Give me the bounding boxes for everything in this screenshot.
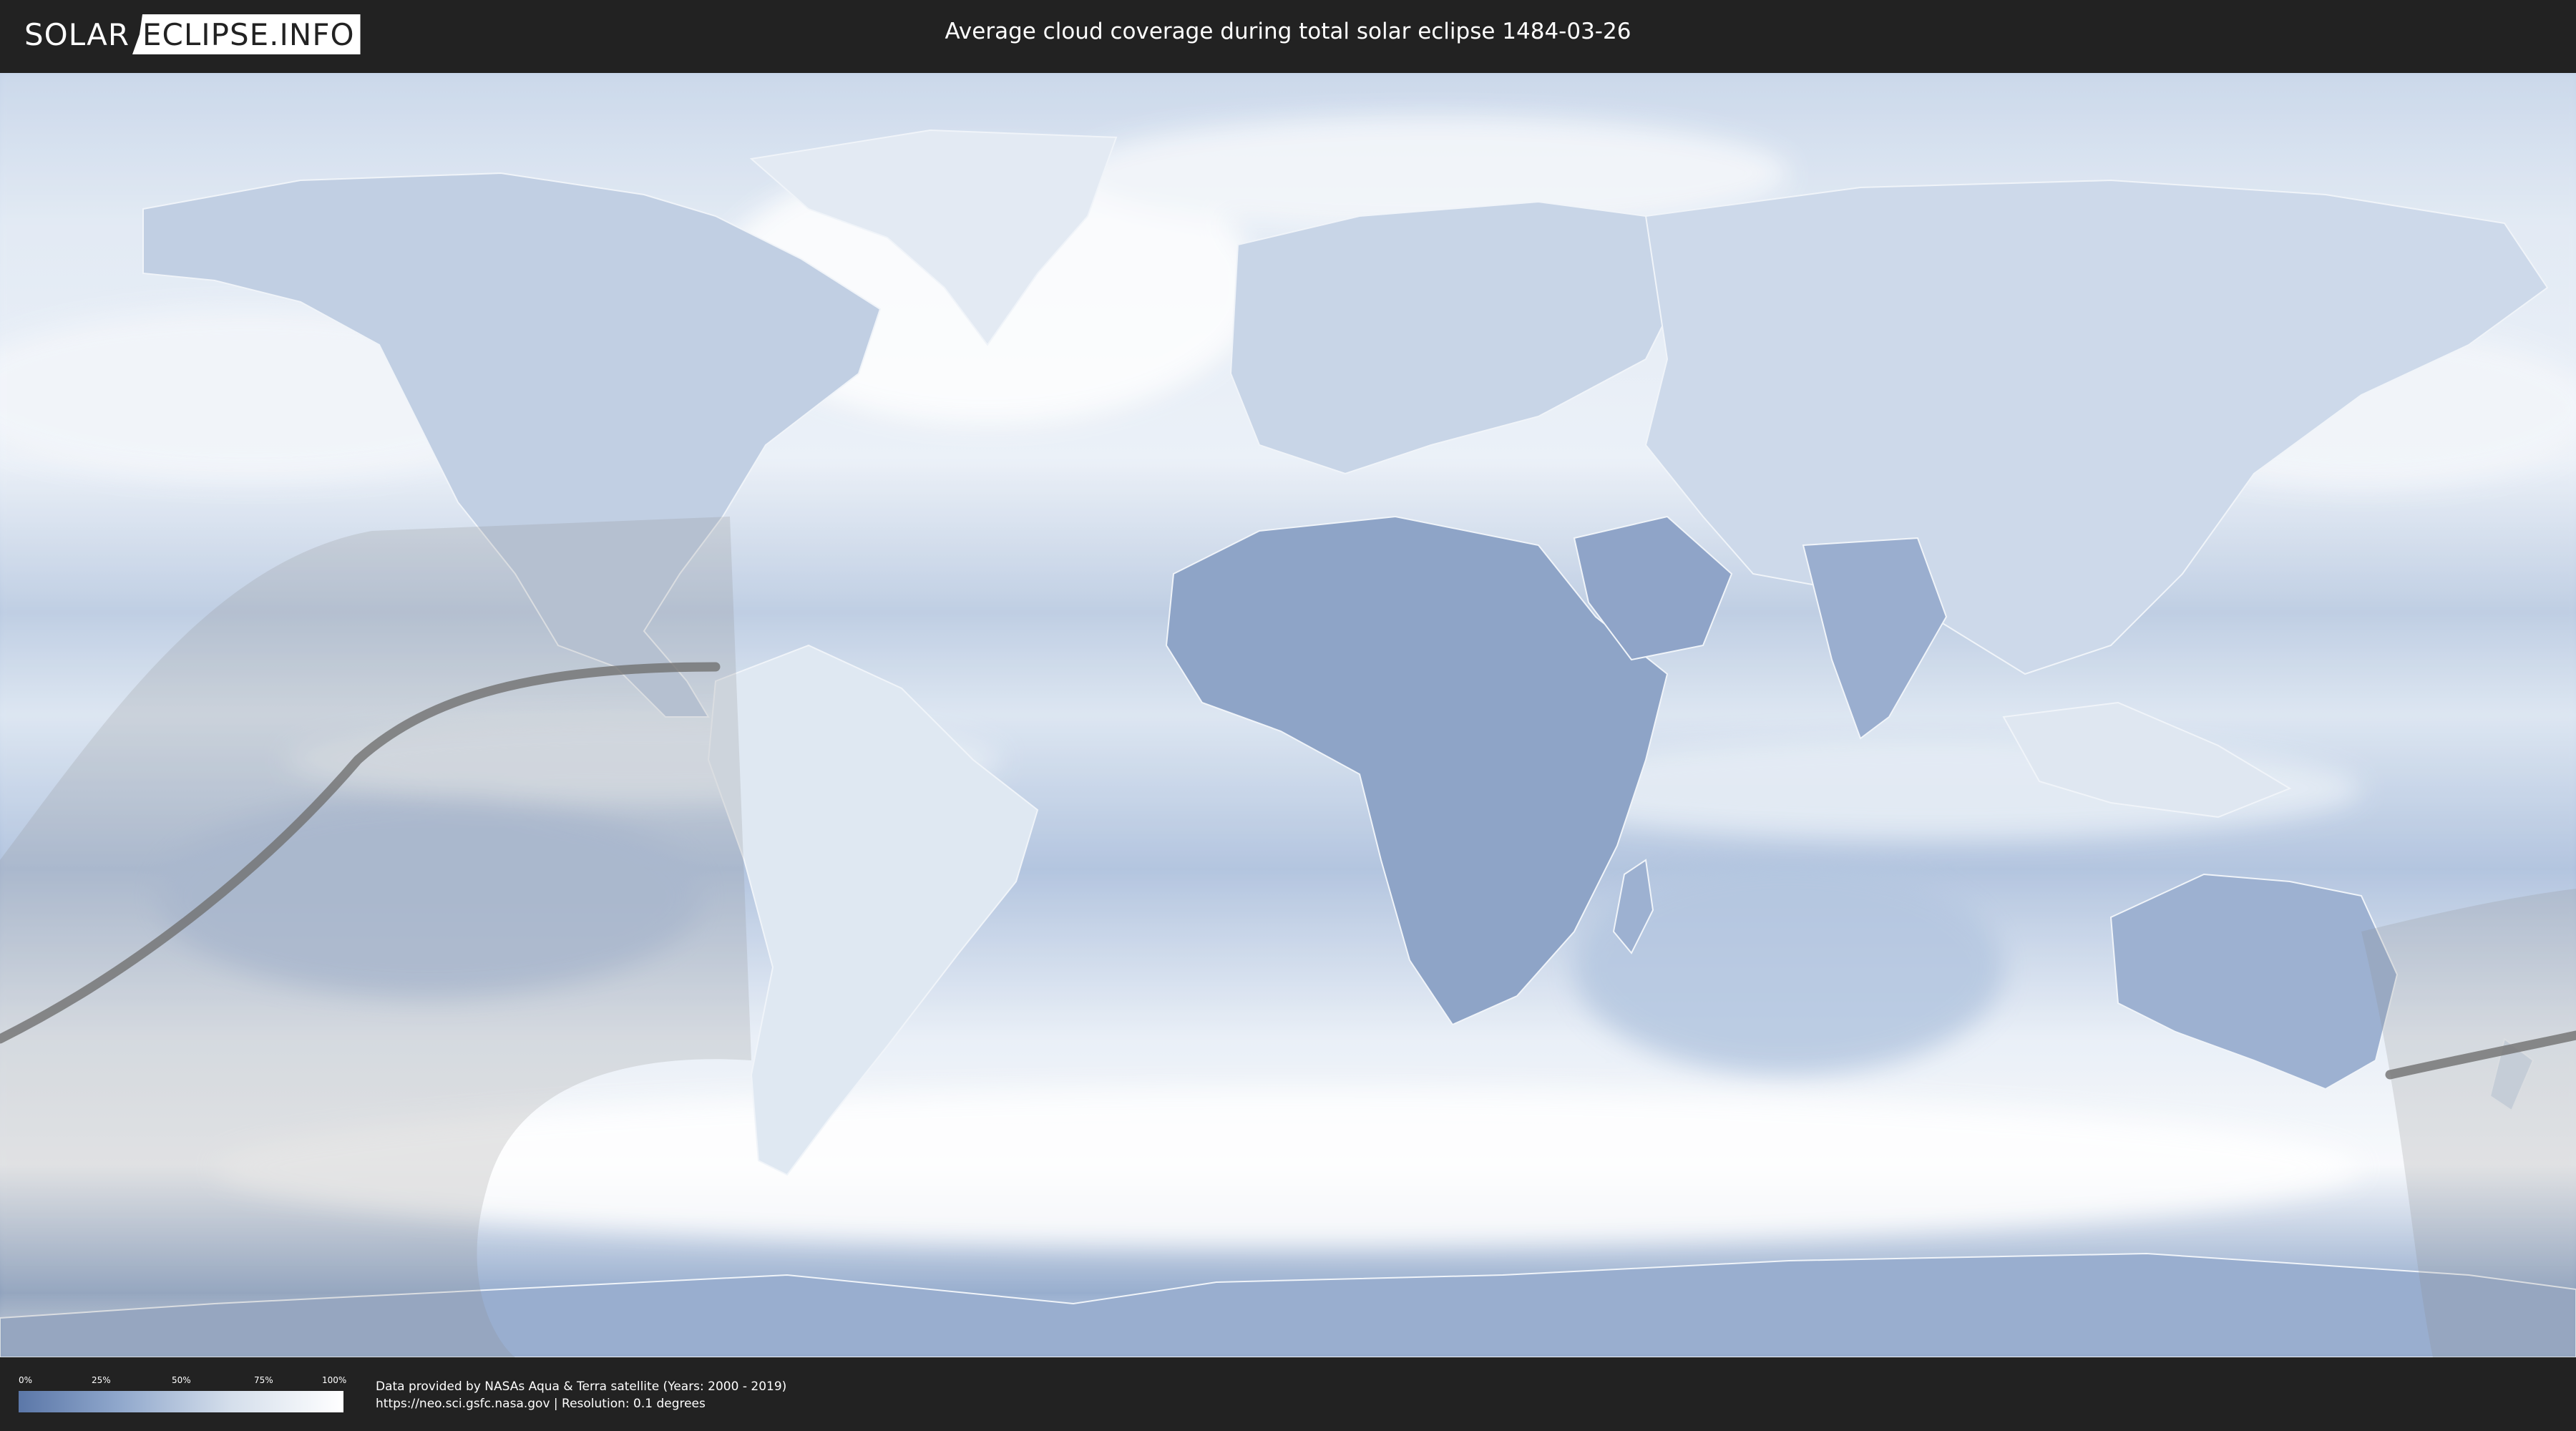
cloud-coverage-map: [0, 73, 2576, 1357]
legend-tick-75: 75%: [254, 1375, 273, 1385]
world-map-svg: [0, 73, 2576, 1357]
footer-bar: [0, 1357, 2576, 1431]
legend-tick-100: 100%: [322, 1375, 347, 1385]
header-bar: SOLAR ECLIPSE.INFO Average cloud coverag…: [0, 0, 2576, 72]
legend-tick-0: 0%: [19, 1375, 33, 1385]
credit-url-resolution: https://neo.sci.gsfc.nasa.gov | Resoluti…: [376, 1397, 706, 1411]
credit-data-source: Data provided by NASAs Aqua & Terra sate…: [376, 1379, 787, 1394]
legend-tick-50: 50%: [172, 1375, 191, 1385]
legend-tick-25: 25%: [92, 1375, 111, 1385]
cloud-coverage-legend-bar: [19, 1391, 343, 1412]
page-title: Average cloud coverage during total sola…: [945, 19, 1631, 44]
